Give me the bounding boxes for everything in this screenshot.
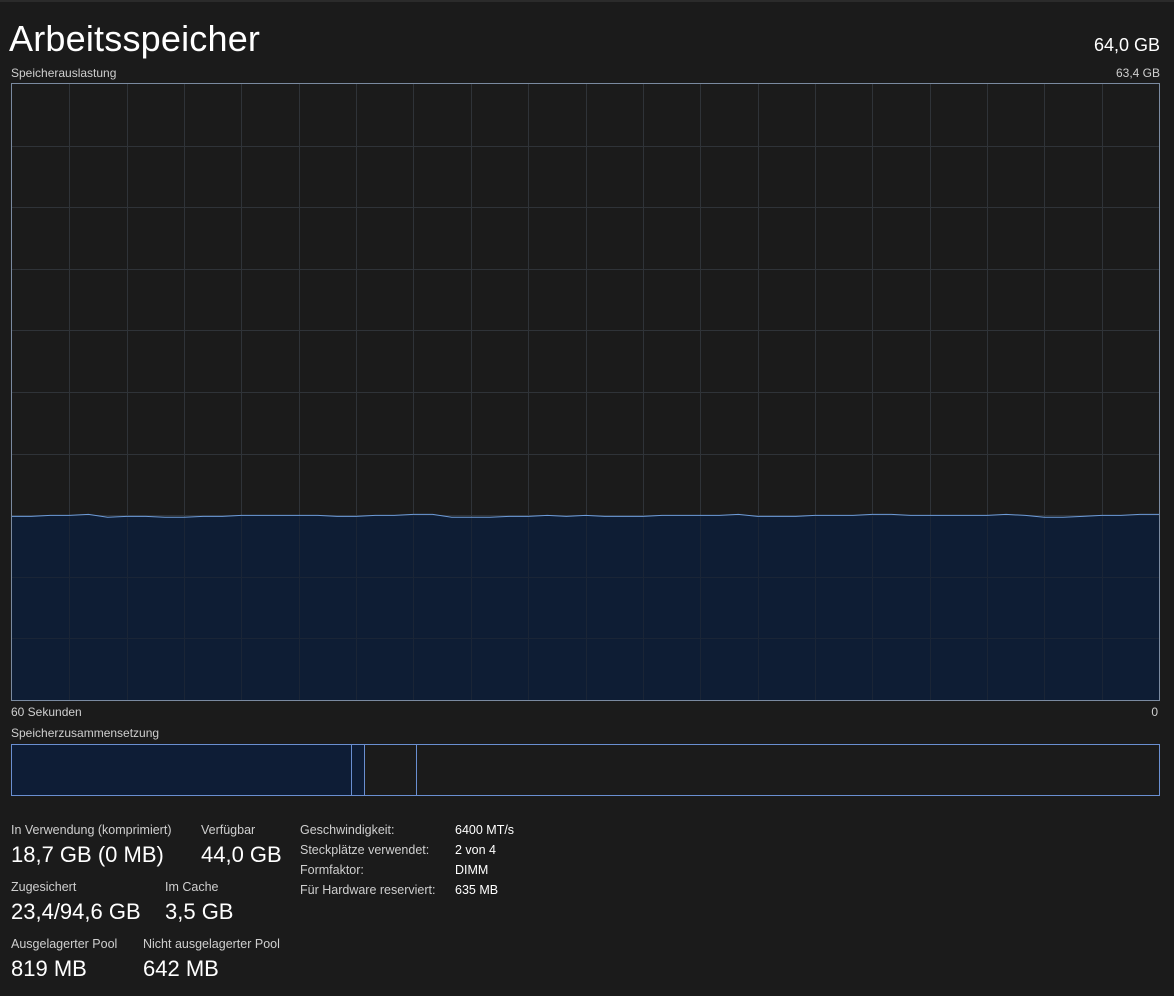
composition-modified-segment — [352, 745, 365, 795]
memory-usage-chart — [12, 84, 1159, 700]
composition-label: Speicherzusammensetzung — [11, 726, 160, 740]
available-value: 44,0 GB — [201, 842, 282, 867]
slots-value: 2 von 4 — [455, 843, 497, 857]
speed-label: Geschwindigkeit: — [300, 823, 395, 837]
cached-label: Im Cache — [165, 880, 219, 894]
form-factor-value: DIMM — [455, 863, 489, 877]
composition-standby-segment — [365, 745, 417, 795]
graph-label: Speicherauslastung — [11, 66, 117, 80]
total-memory: 64,0 GB — [1093, 35, 1160, 55]
in-use-label: In Verwendung (komprimiert) — [11, 823, 172, 837]
nonpaged-pool-value: 642 MB — [143, 956, 219, 981]
speed-value: 6400 MT/s — [455, 823, 515, 837]
paged-pool-value: 819 MB — [11, 956, 87, 981]
available-label: Verfügbar — [201, 823, 256, 837]
committed-label: Zugesichert — [11, 880, 77, 894]
committed-value: 23,4/94,6 GB — [11, 899, 141, 924]
page-title: Arbeitsspeicher — [9, 18, 261, 59]
in-use-value: 18,7 GB (0 MB) — [11, 842, 164, 867]
memory-composition-bar — [11, 744, 1160, 796]
memory-usage-graph — [11, 83, 1160, 701]
nonpaged-pool-label: Nicht ausgelagerter Pool — [143, 937, 280, 951]
hardware-reserved-label: Für Hardware reserviert: — [300, 883, 436, 897]
top-divider — [0, 0, 1174, 2]
form-factor-label: Formfaktor: — [300, 863, 364, 877]
graph-max-label: 63,4 GB — [1115, 66, 1160, 80]
composition-free-segment — [417, 745, 1160, 795]
x-axis-right-label: 0 — [1151, 705, 1158, 719]
x-axis-left-label: 60 Sekunden — [11, 705, 82, 719]
paged-pool-label: Ausgelagerter Pool — [11, 937, 118, 951]
cached-value: 3,5 GB — [165, 899, 234, 924]
hardware-reserved-value: 635 MB — [455, 883, 499, 897]
slots-label: Steckplätze verwendet: — [300, 843, 430, 857]
composition-in-use-segment — [12, 745, 352, 795]
